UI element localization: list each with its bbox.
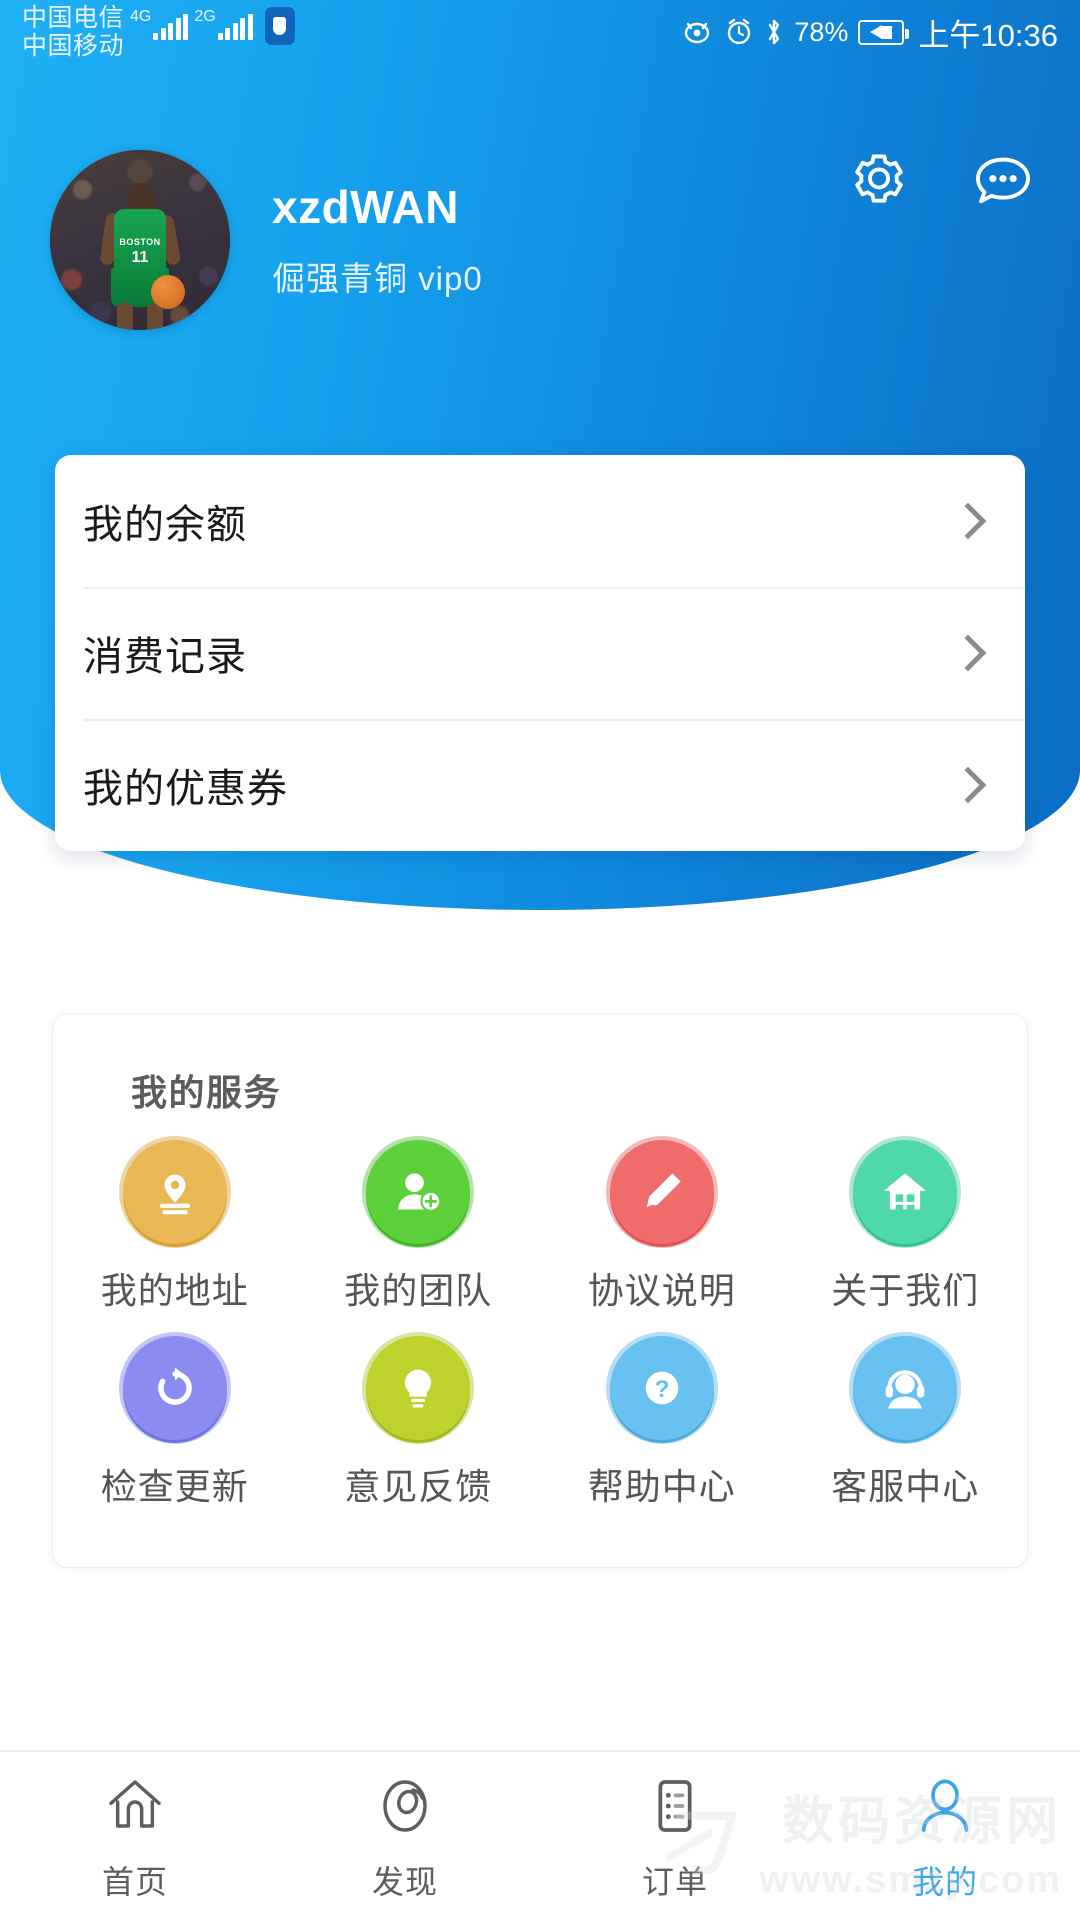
signal-bars-2-icon: [217, 14, 253, 40]
service-item-feedback[interactable]: 意见反馈: [297, 1333, 541, 1510]
order-list-icon: [643, 1774, 707, 1843]
chevron-right-icon: [949, 634, 987, 672]
service-item-address[interactable]: 我的地址: [53, 1137, 297, 1314]
service-item-label: 意见反馈: [344, 1466, 493, 1507]
menu-item-label: 我的优惠券: [83, 767, 288, 811]
svg-text:?: ?: [654, 1376, 669, 1403]
service-item-about[interactable]: 关于我们: [784, 1137, 1028, 1314]
chevron-right-icon: [949, 766, 987, 804]
services-grid: 我的地址 我的团队 协议说明 关于我们 检查更新 意见反馈 ? 帮助中心 客服中…: [53, 1137, 1028, 1510]
header-actions: [848, 150, 1034, 212]
signal-2: 2G: [194, 8, 253, 40]
services-title: 我的服务: [131, 1072, 282, 1113]
chevron-right-icon: [949, 502, 987, 540]
menu-item-coupons[interactable]: 我的优惠券: [55, 719, 1025, 851]
question-mark-icon: ?: [604, 1333, 727, 1455]
tab-discover[interactable]: 发现: [270, 1774, 540, 1903]
menu-item-consumption[interactable]: 消费记录: [55, 587, 1025, 719]
lightbulb-icon: [361, 1333, 484, 1455]
service-item-label: 客服中心: [831, 1466, 980, 1507]
location-pin-icon: [117, 1137, 240, 1259]
tab-label: 发现: [371, 1864, 438, 1900]
menu-item-balance[interactable]: 我的余额: [55, 455, 1025, 587]
bluetooth-icon: [764, 17, 784, 47]
shield-icon: [264, 7, 295, 45]
avatar-number-text: 11: [131, 248, 149, 266]
status-bar: 中国电信 中国移动 4G 2G 78% 上午10:36: [0, 0, 1080, 64]
house-icon: [848, 1137, 971, 1259]
status-bar-left: 中国电信 中国移动 4G 2G: [22, 4, 295, 60]
tab-orders[interactable]: 订单: [540, 1774, 810, 1903]
service-item-label: 帮助中心: [587, 1466, 736, 1507]
app-screen: 中国电信 中国移动 4G 2G 78% 上午10:36 BOSTON 11 xz…: [0, 0, 1080, 1920]
bottom-tab-bar: 首页 发现 订单 我的: [0, 1750, 1080, 1920]
service-item-label: 我的团队: [344, 1270, 493, 1311]
tab-home[interactable]: 首页: [0, 1774, 270, 1903]
battery-percent: 78%: [794, 16, 849, 47]
headset-support-icon: [848, 1333, 971, 1455]
service-item-label: 协议说明: [587, 1270, 736, 1311]
alarm-icon: [724, 17, 754, 47]
refresh-icon: [117, 1333, 240, 1455]
profile-block[interactable]: BOSTON 11 xzdWAN 倔强青铜 vip0: [50, 150, 483, 330]
carrier-1: 中国电信: [22, 4, 125, 32]
tab-profile[interactable]: 我的: [810, 1774, 1080, 1903]
tab-label: 订单: [641, 1864, 708, 1900]
person-icon: [913, 1774, 977, 1843]
home-icon: [103, 1774, 167, 1843]
battery-charging-icon: [858, 19, 910, 45]
signal-1: 4G: [130, 8, 189, 40]
network-type-2: 2G: [194, 8, 216, 25]
my-services-card: 我的服务 我的地址 我的团队 协议说明 关于我们 检查更新 意见反馈 ? 帮助中…: [52, 1013, 1028, 1568]
user-rank-vip: 倔强青铜 vip0: [272, 260, 483, 297]
tab-label: 首页: [101, 1864, 168, 1900]
service-item-agreement[interactable]: 协议说明: [540, 1137, 784, 1314]
service-item-help[interactable]: ? 帮助中心: [540, 1333, 784, 1510]
status-bar-right: 78% 上午10:36: [680, 10, 1058, 55]
signal-bars-1-icon: [153, 14, 189, 40]
service-item-label: 关于我们: [831, 1270, 980, 1311]
menu-item-label: 消费记录: [83, 635, 247, 679]
service-item-customer-service[interactable]: 客服中心: [784, 1333, 1028, 1510]
network-type-1: 4G: [130, 8, 152, 25]
avatar-team-text: BOSTON: [119, 236, 161, 247]
avatar[interactable]: BOSTON 11: [50, 150, 230, 330]
pencil-icon: [604, 1137, 727, 1259]
eye-icon: [680, 19, 714, 45]
user-add-icon: [361, 1137, 484, 1259]
compass-icon: [373, 1774, 437, 1843]
message-bubble-icon[interactable]: [972, 150, 1034, 212]
carrier-2: 中国移动: [22, 32, 125, 60]
tab-label: 我的: [911, 1864, 978, 1900]
service-item-label: 我的地址: [100, 1270, 249, 1311]
user-info: xzdWAN 倔强青铜 vip0: [272, 180, 483, 300]
service-item-team[interactable]: 我的团队: [297, 1137, 541, 1314]
service-item-label: 检查更新: [100, 1466, 249, 1507]
menu-item-label: 我的余额: [83, 503, 247, 547]
account-menu-card: 我的余额 消费记录 我的优惠券: [55, 455, 1025, 851]
clock: 上午10:36: [918, 17, 1058, 53]
username: xzdWAN: [272, 181, 459, 233]
gear-icon[interactable]: [848, 150, 910, 212]
service-item-check-update[interactable]: 检查更新: [53, 1333, 297, 1510]
carrier-names: 中国电信 中国移动: [22, 4, 124, 60]
